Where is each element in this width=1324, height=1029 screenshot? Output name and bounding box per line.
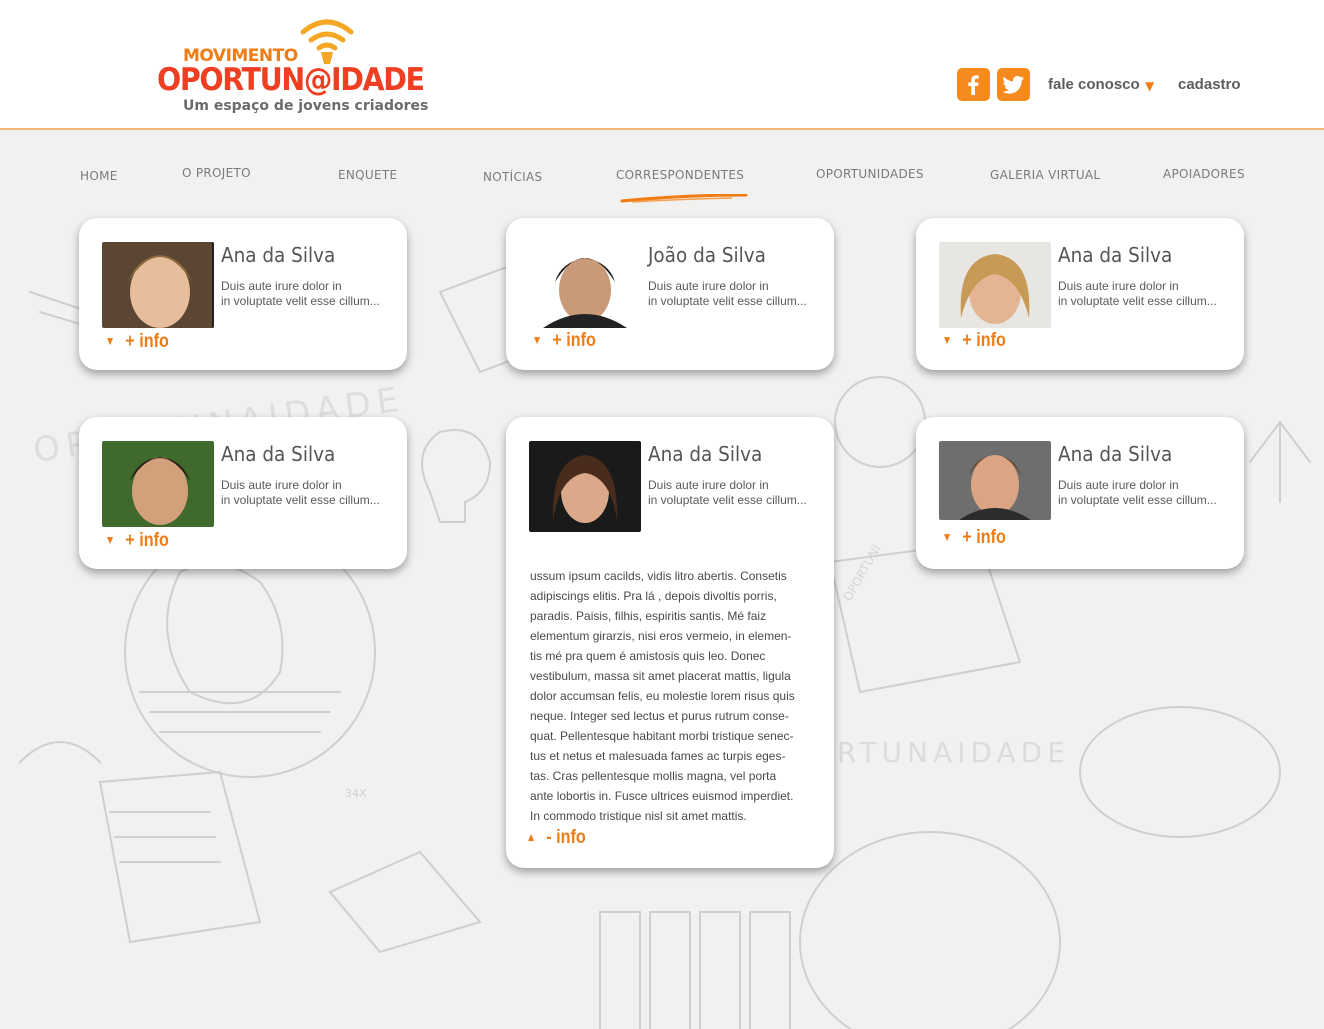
expand-arrow-icon: ▼ xyxy=(942,333,953,347)
bio-line: tas. Cras pellentesque mollis magna, vel… xyxy=(530,769,777,783)
more-info-toggle[interactable]: ▼ + info xyxy=(942,330,1006,352)
bio-line: ussum ipsum cacilds, vidis litro abertis… xyxy=(530,569,787,583)
correspondent-snippet: Duis aute irure dolor in in voluptate vel… xyxy=(1058,478,1217,507)
correspondent-snippet: Duis aute irure dolor in in voluptate vel… xyxy=(648,279,807,308)
nav-apoiadores[interactable]: APOIADORES xyxy=(1163,167,1245,181)
bio-line: tis mé pra quem é amistosis quis leo. Do… xyxy=(530,649,766,663)
bio-line: paradis. Paisis, filhis, espiritis santi… xyxy=(530,609,767,623)
nav-o-projeto[interactable]: O PROJETO xyxy=(182,166,251,180)
avatar xyxy=(529,242,641,328)
more-info-toggle[interactable]: ▼ + info xyxy=(105,530,169,552)
correspondent-card: João da Silva Duis aute irure dolor in in… xyxy=(506,218,834,370)
bio-line: adipiscings elitis. Pra lá , depois divo… xyxy=(530,589,777,603)
nav-oportunidades[interactable]: OPORTUNIDADES xyxy=(816,167,924,181)
dropdown-arrow-icon[interactable]: ▼ xyxy=(1145,79,1154,93)
brand-logo[interactable]: MOVIMENTO OPORTUN@IDADE Um espaço de jov… xyxy=(155,18,445,118)
expand-arrow-icon: ▼ xyxy=(942,530,953,544)
bio-line: In commodo tristique nisl sit amet matti… xyxy=(530,809,747,823)
bio-line: elementum girarzis, nisi eros vermeio, i… xyxy=(530,629,792,643)
avatar xyxy=(529,441,641,532)
nav-enquete[interactable]: ENQUETE xyxy=(338,168,397,182)
correspondent-card-expanded: Ana da Silva Duis aute irure dolor in in … xyxy=(506,417,834,868)
correspondent-name: Ana da Silva xyxy=(1058,442,1173,466)
correspondent-bio: ussum ipsum cacilds, vidis litro abertis… xyxy=(530,566,822,826)
avatar xyxy=(102,242,214,328)
nav-correspondentes[interactable]: CORRESPONDENTES xyxy=(616,168,744,182)
nav-noticias[interactable]: NOTÍCIAS xyxy=(483,170,542,184)
correspondent-card: Ana da Silva Duis aute irure dolor in in … xyxy=(79,417,407,569)
watermark-text-3: OPORTUNI xyxy=(840,543,883,604)
cadastro-link[interactable]: cadastro xyxy=(1178,76,1241,93)
facebook-icon[interactable] xyxy=(957,68,990,101)
correspondent-snippet: Duis aute irure dolor in in voluptate vel… xyxy=(648,478,807,507)
less-info-toggle[interactable]: ▲ - info xyxy=(526,827,586,849)
correspondent-name: Ana da Silva xyxy=(648,442,763,466)
avatar xyxy=(102,441,214,527)
collapse-arrow-icon: ▲ xyxy=(526,830,537,844)
watermark-text-2: ORTUNAIDADE xyxy=(810,736,1070,769)
correspondent-name: Ana da Silva xyxy=(221,243,336,267)
nav-galeria-virtual[interactable]: GALERIA VIRTUAL xyxy=(990,168,1100,182)
expand-arrow-icon: ▼ xyxy=(105,334,116,348)
correspondent-snippet: Duis aute irure dolor in in voluptate vel… xyxy=(221,279,380,308)
correspondent-name: Ana da Silva xyxy=(1058,243,1173,267)
avatar xyxy=(939,242,1051,328)
correspondent-snippet: Duis aute irure dolor in in voluptate vel… xyxy=(221,478,380,507)
bio-line: dolor accumsan felis, eu molestie lorem … xyxy=(530,689,795,703)
correspondent-card: Ana da Silva Duis aute irure dolor in in … xyxy=(916,417,1244,569)
avatar xyxy=(939,441,1051,520)
wifi-logo-icon xyxy=(300,19,354,64)
expand-arrow-icon: ▼ xyxy=(105,533,116,547)
correspondent-card: Ana da Silva Duis aute irure dolor in in … xyxy=(79,218,407,370)
correspondent-name: Ana da Silva xyxy=(221,442,336,466)
more-info-toggle[interactable]: ▼ + info xyxy=(105,331,169,353)
bio-line: neque. Integer sed lectus et purus rutru… xyxy=(530,709,789,723)
nav-home[interactable]: HOME xyxy=(80,169,118,183)
expand-arrow-icon: ▼ xyxy=(532,333,543,347)
bio-line: tus et netus et malesuada fames ac turpi… xyxy=(530,749,786,763)
active-nav-underline xyxy=(620,194,748,203)
site-header: MOVIMENTO OPORTUN@IDADE Um espaço de jov… xyxy=(0,0,1324,130)
more-info-toggle[interactable]: ▼ + info xyxy=(532,330,596,352)
correspondent-card: Ana da Silva Duis aute irure dolor in in … xyxy=(916,218,1244,370)
correspondent-name: João da Silva xyxy=(648,243,766,267)
bio-line: quat. Pellentesque habitant morbi tristi… xyxy=(530,729,794,743)
more-info-toggle[interactable]: ▼ + info xyxy=(942,527,1006,549)
sticker-text: 34X xyxy=(345,787,367,800)
fale-conosco-link[interactable]: fale conosco xyxy=(1048,76,1140,93)
brand-tagline: Um espaço de jovens criadores xyxy=(183,98,429,114)
bio-line: ante lobortis in. Fusce ultrices euismod… xyxy=(530,789,794,803)
brand-main: OPORTUN@IDADE xyxy=(157,62,425,98)
correspondent-snippet: Duis aute irure dolor in in voluptate vel… xyxy=(1058,279,1217,308)
twitter-icon[interactable] xyxy=(997,68,1030,101)
bio-line: vestibulum, massa sit amet placerat matt… xyxy=(530,669,791,683)
